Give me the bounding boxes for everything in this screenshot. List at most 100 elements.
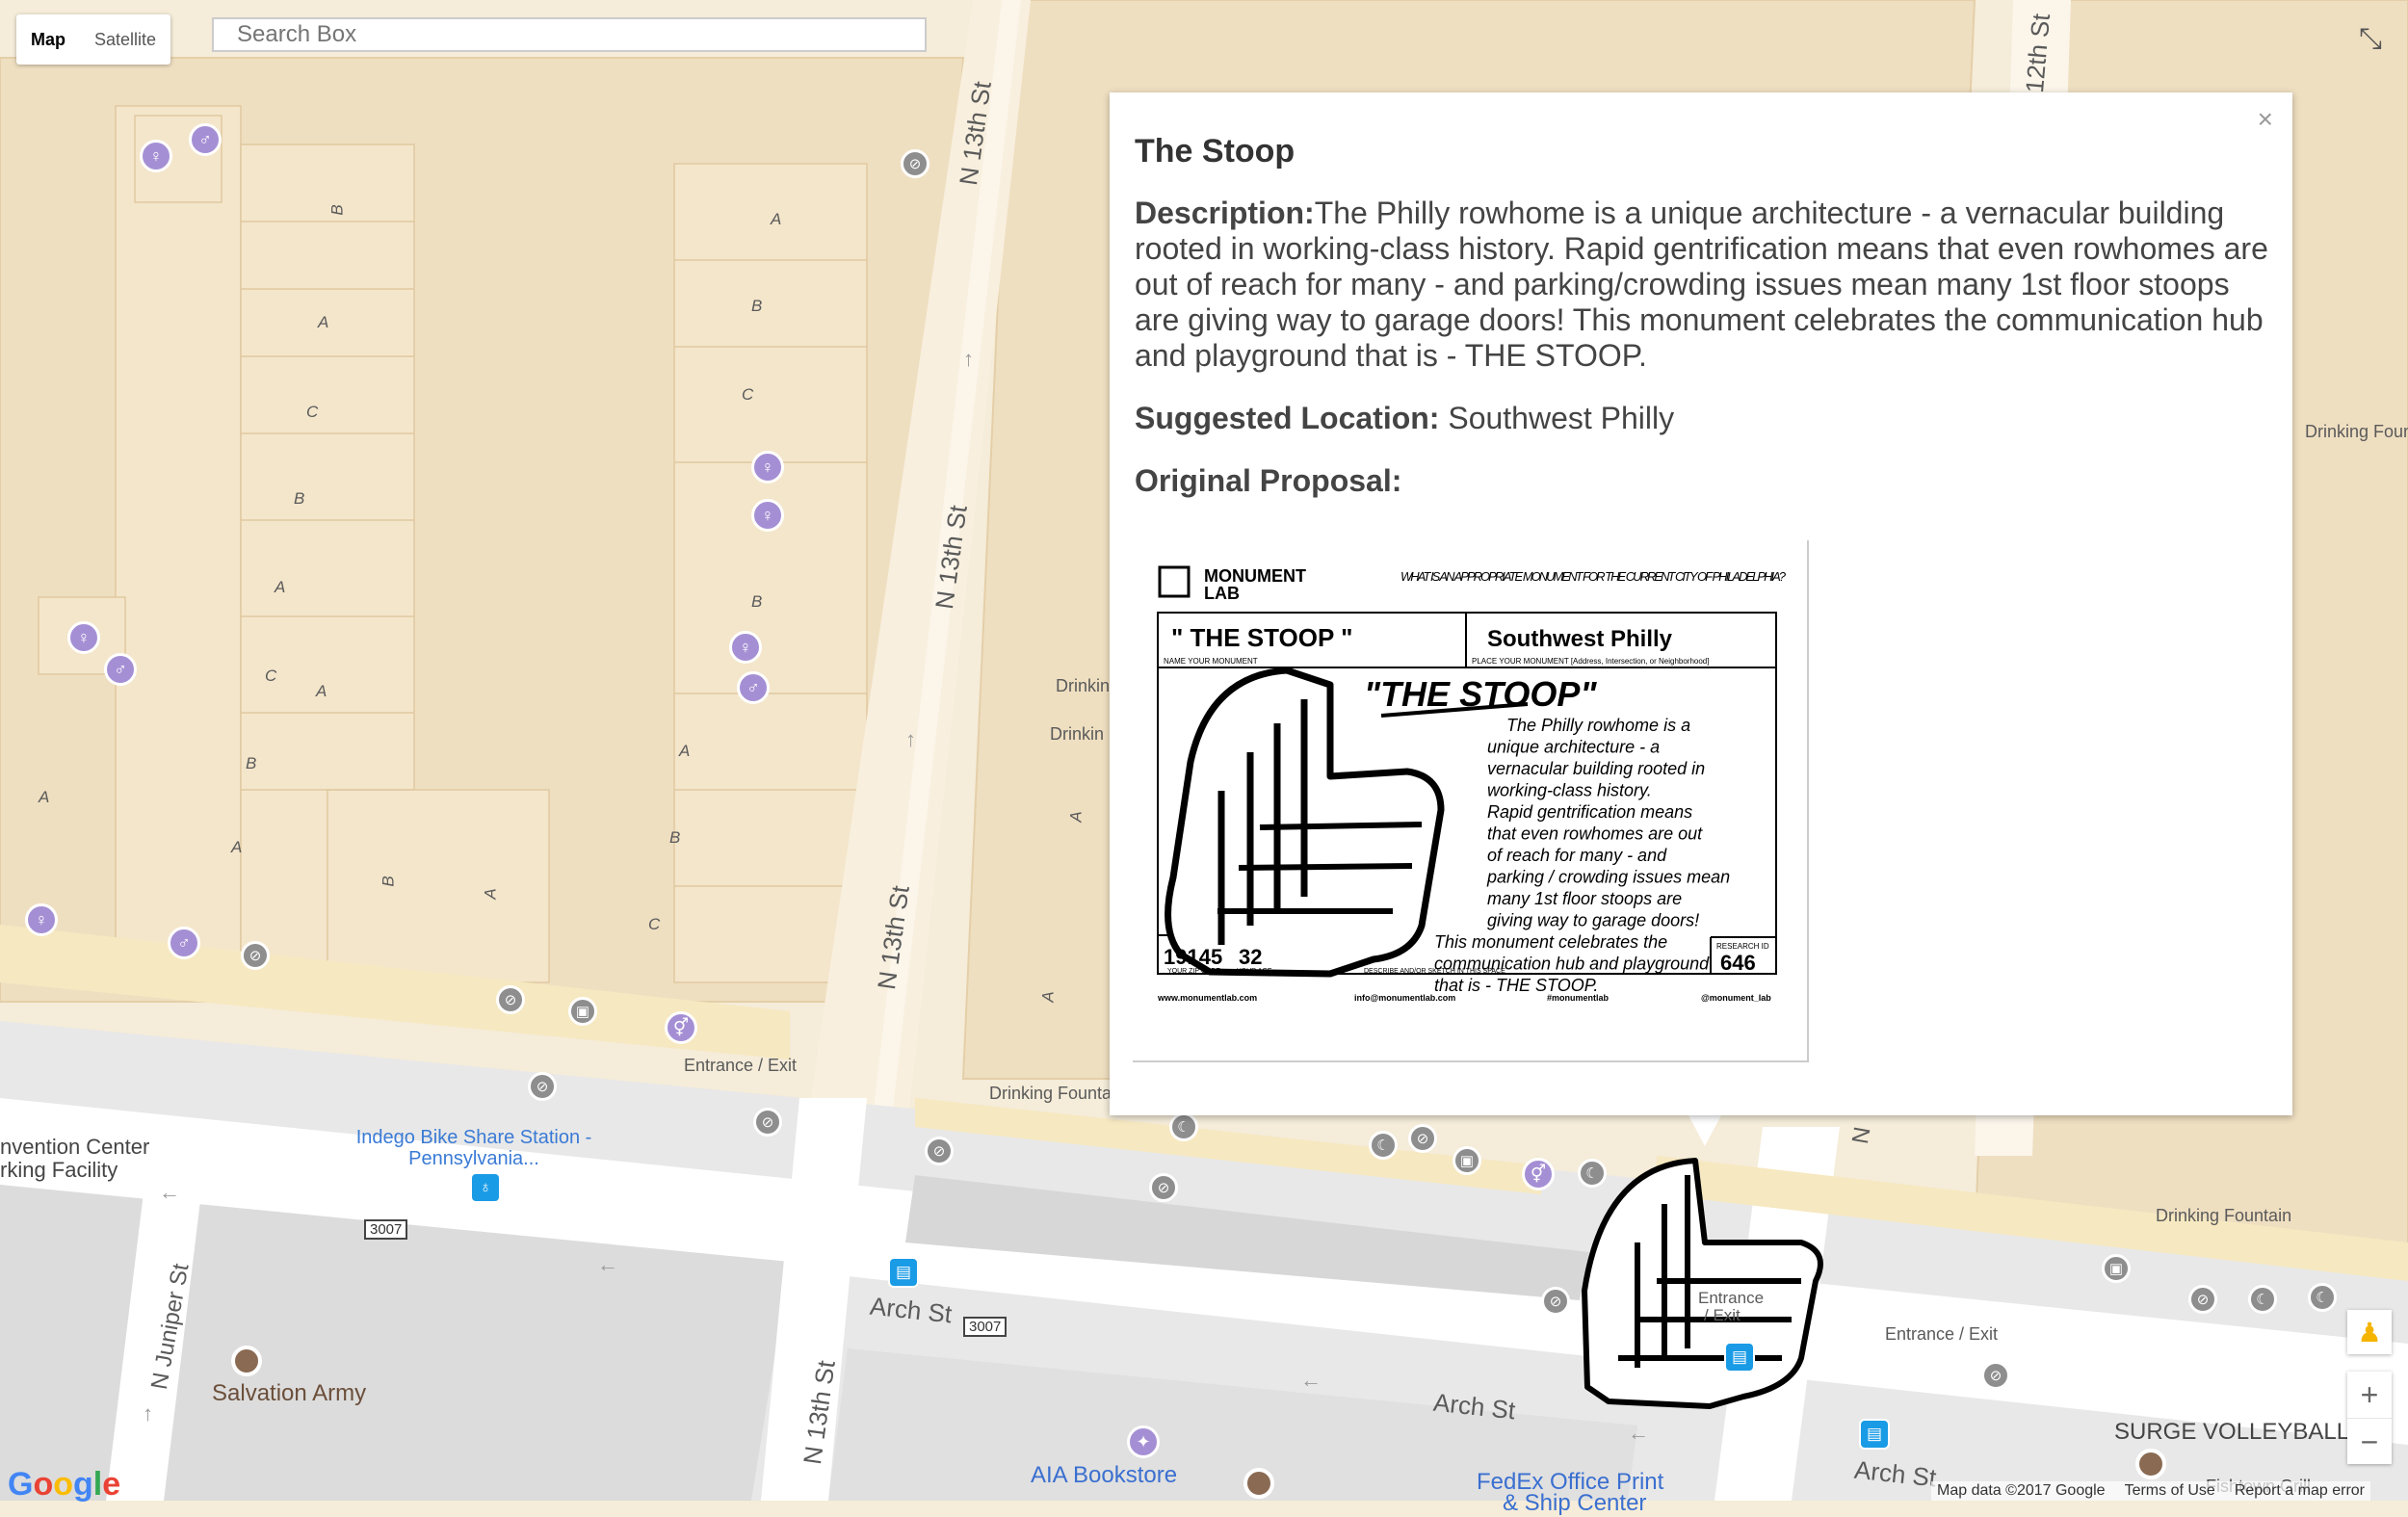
place-label[interactable]: SURGE VOLLEYBALL xyxy=(2114,1419,2349,1446)
entrance-icon[interactable]: ⊘ xyxy=(1981,1361,2010,1390)
place-label[interactable]: Indego Bike Share Station - Pennsylvania… xyxy=(310,1127,638,1169)
entrance-icon[interactable]: ⊘ xyxy=(496,985,525,1014)
card-text-line: that even rowhomes are out xyxy=(1487,824,1703,844)
restroom-icon[interactable]: ♀ xyxy=(751,499,784,532)
salvation-army-marker[interactable] xyxy=(231,1346,262,1376)
close-icon[interactable]: × xyxy=(2258,104,2273,135)
restroom-icon[interactable]: ♂ xyxy=(737,671,770,704)
restroom-icon[interactable]: ♀ xyxy=(67,621,100,654)
map-type-control: Map Satellite xyxy=(16,14,171,65)
unit-label: B xyxy=(327,204,347,216)
restroom-icon[interactable]: ♂ xyxy=(168,927,200,959)
unit-label: B xyxy=(294,489,305,508)
cafe-icon[interactable]: ☾ xyxy=(1169,1112,1198,1141)
description-label: Description: xyxy=(1135,196,1315,230)
unit-label: C xyxy=(306,403,319,421)
pegman-icon[interactable]: ♟ xyxy=(2347,1310,2392,1354)
unit-label: A xyxy=(481,888,500,900)
cafe-icon[interactable]: ☾ xyxy=(1369,1131,1398,1160)
zoom-in-button[interactable]: + xyxy=(2347,1372,2392,1419)
place-label[interactable]: AIA Bookstore xyxy=(1031,1462,1177,1489)
bus-stop-icon[interactable]: ▤ xyxy=(888,1257,919,1288)
shop-icon[interactable]: ▣ xyxy=(568,997,597,1026)
map-type-map-button[interactable]: Map xyxy=(16,30,80,50)
map-data-text: Map data ©2017 Google xyxy=(1937,1482,2106,1499)
svg-text:←: ← xyxy=(597,1252,618,1276)
svg-text:↑: ↑ xyxy=(905,727,916,751)
place-label[interactable]: Salvation Army xyxy=(212,1380,366,1407)
cafe-icon[interactable]: ☾ xyxy=(2308,1283,2337,1312)
card-text-line: unique architecture - a xyxy=(1487,738,1660,757)
unit-label: A xyxy=(1038,991,1058,1003)
unit-label: C xyxy=(265,667,277,685)
cafe-icon[interactable]: ☾ xyxy=(1578,1159,1607,1188)
restroom-icon[interactable]: ♂ xyxy=(104,653,137,686)
svg-text:←: ← xyxy=(159,1180,180,1204)
entrance-icon[interactable]: ⊘ xyxy=(1541,1287,1570,1316)
unit-label: A xyxy=(318,313,329,331)
entrance-icon[interactable]: ⊘ xyxy=(1149,1173,1178,1202)
shop-icon[interactable]: ▣ xyxy=(1453,1146,1481,1175)
restroom-icon[interactable]: ♀ xyxy=(25,903,58,936)
restroom-icon[interactable]: ♀ xyxy=(140,140,172,172)
terms-link[interactable]: Terms of Use xyxy=(2125,1482,2215,1500)
surge-volleyball-marker[interactable] xyxy=(2135,1449,2166,1479)
card-text-line: parking / crowding issues mean xyxy=(1486,868,1730,887)
place-label: Drinking Fountain xyxy=(989,1084,1126,1103)
card-place-caption: PLACE YOUR MONUMENT [Address, Intersecti… xyxy=(1472,657,1709,666)
entrance-icon[interactable]: ⊘ xyxy=(1408,1124,1437,1153)
card-brand: MONUMENT xyxy=(1204,566,1306,586)
card-footer: www.monumentlab.com xyxy=(1157,993,1257,1003)
unit-label: A xyxy=(679,742,691,760)
entrance-icon[interactable]: ⊘ xyxy=(925,1137,954,1165)
report-error-link[interactable]: Report a map error xyxy=(2235,1482,2365,1500)
google-logo-letter: o xyxy=(53,1466,74,1503)
unit-label: B xyxy=(751,592,763,611)
entrance-icon[interactable]: ⊘ xyxy=(901,149,929,178)
unit-label: B xyxy=(246,754,257,772)
entrance-icon[interactable]: ⊘ xyxy=(241,941,270,970)
attribution-bar: Map data ©2017 Google Terms of Use Repor… xyxy=(1931,1481,2370,1501)
map-type-satellite-button[interactable]: Satellite xyxy=(80,30,170,50)
place-label: Drinking Foun xyxy=(2305,422,2408,441)
google-logo-letter: g xyxy=(73,1466,93,1503)
card-question: WHAT IS AN APPROPRIATE MONUMENT FOR THE … xyxy=(1400,569,1787,584)
card-footer: #monumentlab xyxy=(1547,993,1610,1003)
place-label: Drinkin xyxy=(1050,724,1105,744)
place-label[interactable]: & Ship Center xyxy=(1503,1490,1646,1517)
unit-label: A xyxy=(771,210,782,228)
proposal-label: Original Proposal: xyxy=(1135,463,1402,498)
search-input[interactable] xyxy=(212,17,927,52)
entrance-icon[interactable]: ⊘ xyxy=(2188,1285,2217,1314)
card-place: Southwest Philly xyxy=(1487,626,1673,652)
place-marker[interactable] xyxy=(1243,1468,1274,1499)
restroom-icon[interactable]: ⚥ xyxy=(1522,1158,1555,1190)
card-text-line: The Philly rowhome is a xyxy=(1506,716,1690,735)
unit-label: A xyxy=(275,578,286,596)
bus-stop-icon[interactable]: ▤ xyxy=(1859,1419,1890,1450)
cafe-icon[interactable]: ☾ xyxy=(2248,1285,2277,1314)
card-research-id: 646 xyxy=(1720,951,1756,975)
unit-label: B xyxy=(669,828,681,847)
unit-label: A xyxy=(39,788,50,806)
proposal-image[interactable]: MONUMENT LAB WHAT IS AN APPROPRIATE MONU… xyxy=(1133,540,1809,1062)
card-text-line: giving way to garage doors! xyxy=(1487,911,1699,930)
card-zip-caption: YOUR ZIP CODE xyxy=(1167,968,1220,975)
bookstore-icon[interactable]: ✦ xyxy=(1127,1425,1160,1458)
info-description: Description:The Philly rowhome is a uniq… xyxy=(1135,196,2269,374)
entrance-icon[interactable]: ⊘ xyxy=(753,1108,782,1137)
zoom-out-button[interactable]: − xyxy=(2347,1419,2392,1465)
restroom-icon[interactable]: ♀ xyxy=(751,451,784,484)
fullscreen-icon[interactable]: ⤡ xyxy=(2350,19,2391,60)
google-logo[interactable]: Google xyxy=(8,1466,120,1504)
bus-stop-icon[interactable]: ▤ xyxy=(1724,1342,1755,1373)
bike-share-icon[interactable]: ♁ xyxy=(470,1172,501,1203)
place-label: Entrance / Exit xyxy=(684,1056,798,1075)
entrance-icon[interactable]: ⊘ xyxy=(528,1072,557,1101)
restroom-icon[interactable]: ⚥ xyxy=(665,1011,697,1044)
shop-icon[interactable]: ▣ xyxy=(2102,1254,2131,1283)
restroom-icon[interactable]: ♀ xyxy=(729,631,762,664)
card-footer: @monument_lab xyxy=(1701,993,1771,1003)
card-sketch-caption: DESCRIBE AND/OR SKETCH IN THIS SPACE xyxy=(1364,968,1505,975)
restroom-icon[interactable]: ♂ xyxy=(189,123,222,156)
